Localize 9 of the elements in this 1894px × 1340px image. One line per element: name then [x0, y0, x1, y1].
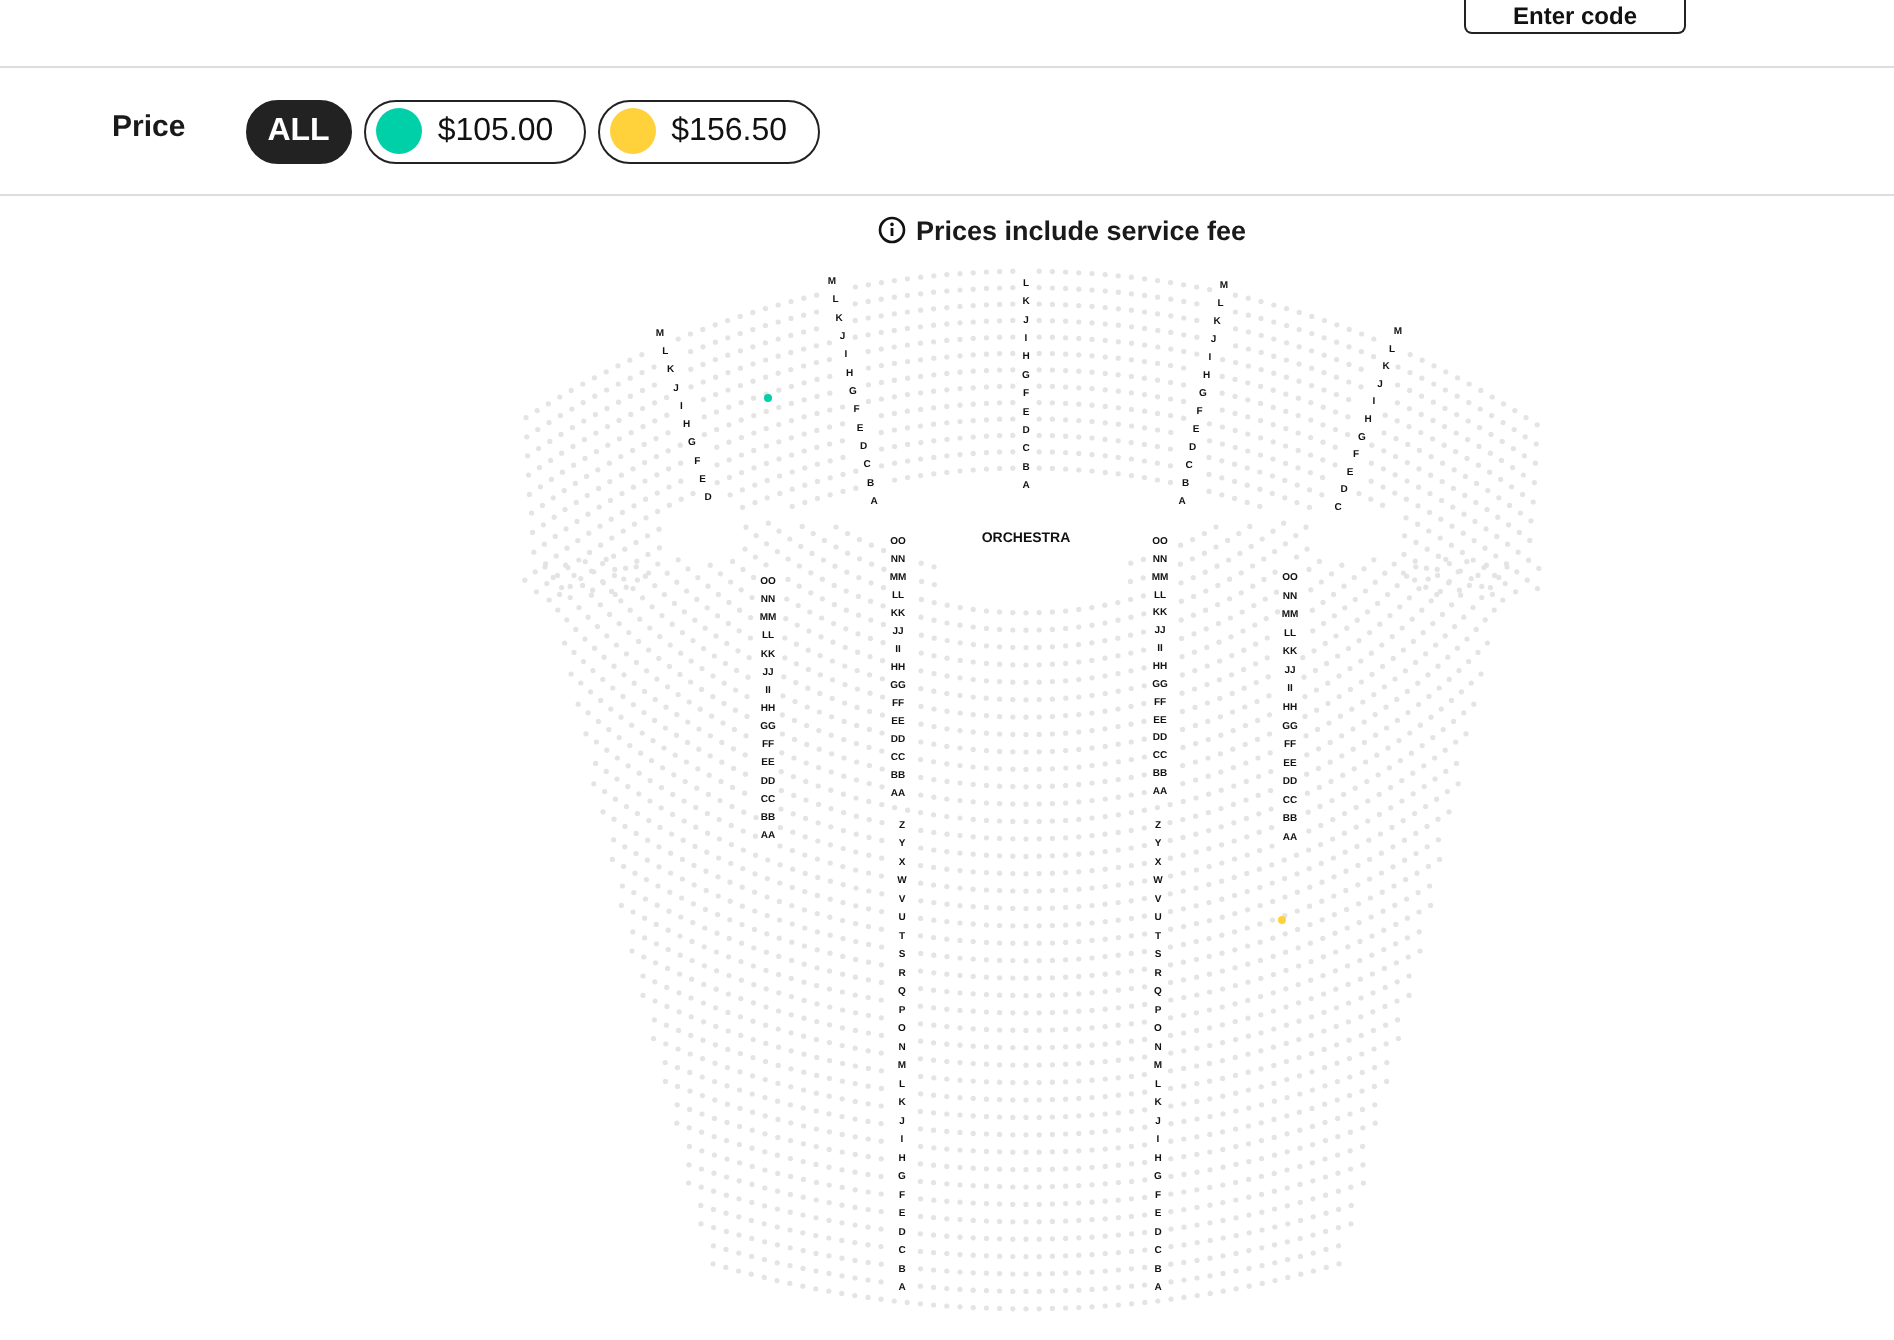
service-fee-notice: Prices include service fee	[915, 215, 1247, 245]
price-filter-chip[interactable]: $105.00	[363, 99, 586, 163]
info-icon	[877, 216, 906, 244]
price-filter-chip[interactable]: ALL	[245, 99, 352, 163]
enter-code-button[interactable]: Enter code	[1464, 0, 1686, 34]
available-seat[interactable]	[764, 394, 772, 402]
price-label: Price	[112, 110, 186, 144]
price-filter-chip[interactable]: $156.50	[597, 99, 819, 163]
available-seat[interactable]	[1278, 916, 1286, 924]
